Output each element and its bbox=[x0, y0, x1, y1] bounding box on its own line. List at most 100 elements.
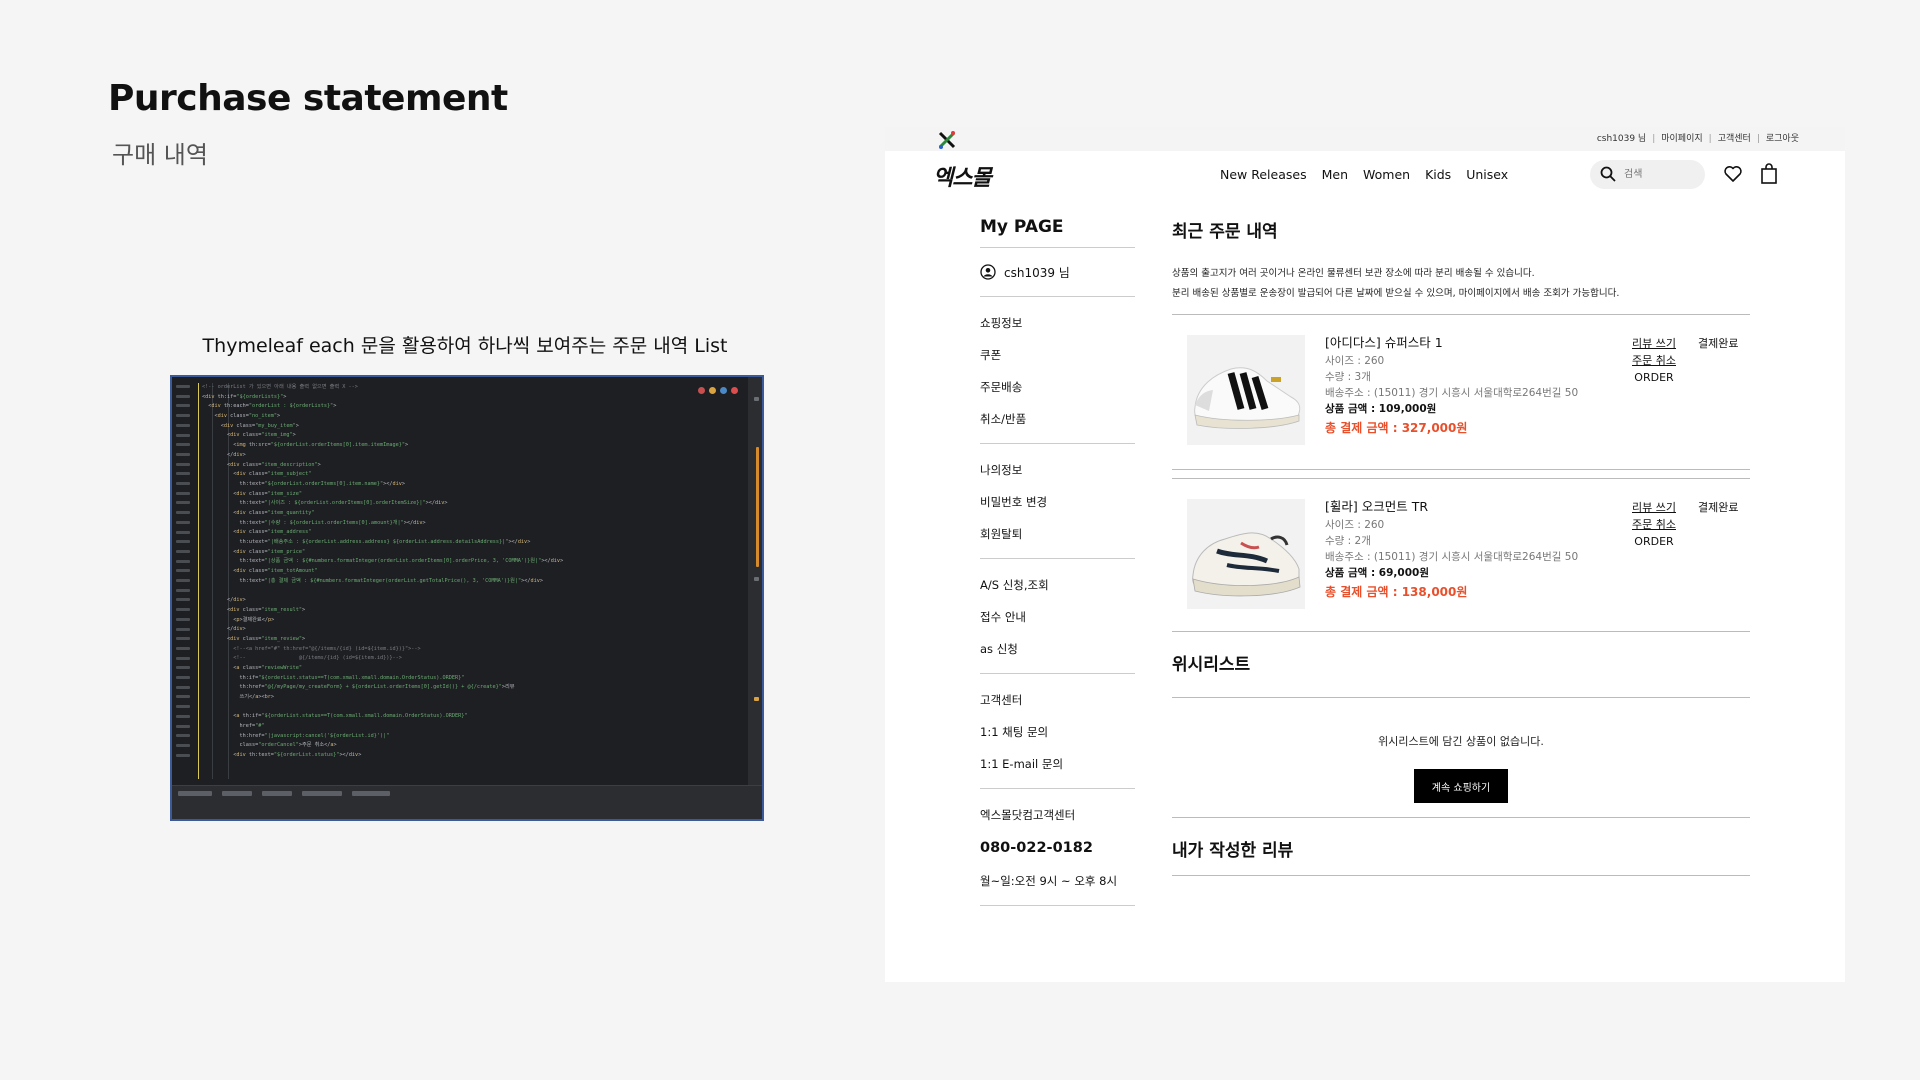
product-image-oakmont[interactable] bbox=[1187, 499, 1305, 609]
code-line: <div class="item_subject" bbox=[202, 471, 312, 478]
top-link-logout[interactable]: 로그아웃 bbox=[1766, 131, 1799, 147]
nav-unisex[interactable]: Unisex bbox=[1466, 167, 1508, 182]
indent-guide bbox=[198, 383, 199, 779]
code-line: class="orderCancel">주문 취소</a> bbox=[202, 742, 337, 749]
brand-logo[interactable]: 엑스몰 bbox=[933, 160, 992, 192]
product-quantity: 수량 : 3개 bbox=[1325, 371, 1371, 383]
mypage-sidebar: My PAGE csh1039 님 쇼핑정보 쿠폰 주문배송 취소/반품 나의정… bbox=[980, 217, 1135, 906]
product-image-superstar[interactable] bbox=[1187, 335, 1305, 445]
shopping-bag-icon[interactable] bbox=[1760, 163, 1778, 184]
top-link-support[interactable]: 고객센터 bbox=[1718, 131, 1751, 147]
nav-kids[interactable]: Kids bbox=[1425, 167, 1451, 182]
code-line: <img th:src="${orderList.orderItems[0].i… bbox=[202, 442, 409, 449]
shipping-address: 배송주소 : (15011) 경기 시흥시 서울대학로264번길 50 bbox=[1325, 387, 1579, 399]
code-editor-screenshot: <!-- orderList 가 있으면 아래 내용 출력 없으면 출력 X -… bbox=[170, 375, 764, 821]
code-line: href="#" bbox=[202, 723, 265, 730]
code-line: th:text="|사이즈 : ${orderList.orderItems[0… bbox=[202, 500, 448, 507]
product-size: 사이즈 : 260 bbox=[1325, 355, 1385, 367]
code-line: <div class="item_address" bbox=[202, 529, 312, 536]
shipping-notice: 상품의 출고지가 여러 곳이거나 온라인 물류센터 보관 장소에 따라 분리 배… bbox=[1172, 264, 1750, 304]
order-item: [아디다스] 슈퍼스타 1 사이즈 : 260 수량 : 3개 배송주소 : (… bbox=[1172, 314, 1750, 470]
sidebar-item-change-password[interactable]: 비밀번호 변경 bbox=[980, 486, 1135, 518]
code-line: th:text="|수량 : ${orderList.orderItems[0]… bbox=[202, 519, 426, 526]
top-link-mypage[interactable]: 마이페이지 bbox=[1661, 131, 1702, 147]
top-link-user[interactable]: csh1039 님 bbox=[1597, 131, 1646, 147]
sidebar-item-as-request[interactable]: A/S 신청,조회 bbox=[980, 569, 1135, 601]
nav-new-releases[interactable]: New Releases bbox=[1220, 167, 1307, 182]
code-line: <div class="item_quantity" bbox=[202, 509, 315, 516]
search-icon[interactable] bbox=[1600, 166, 1616, 182]
main-nav: New Releases Men Women Kids Unisex bbox=[1220, 167, 1523, 182]
mypage-main: 최근 주문 내역 상품의 출고지가 여러 곳이거나 온라인 물류센터 보관 장소… bbox=[1172, 217, 1750, 876]
code-line: <!-- orderList 가 있으면 아래 내용 출력 없으면 출력 X -… bbox=[202, 384, 358, 390]
shipping-notice-line: 분리 배송된 상품별로 운송장이 발급되어 다른 날짜에 받으실 수 있으며, … bbox=[1172, 288, 1620, 299]
code-line: </div> bbox=[202, 597, 246, 604]
search-input[interactable] bbox=[1624, 166, 1694, 182]
code-line: <div class="item_review"> bbox=[202, 635, 306, 642]
code-line: </div> bbox=[202, 626, 246, 633]
divider bbox=[1172, 817, 1750, 818]
code-line: th:if="${orderList.status==T(com.xmall.x… bbox=[202, 674, 465, 681]
product-name[interactable]: [아디다스] 슈퍼스타 1 bbox=[1325, 335, 1578, 351]
divider bbox=[980, 905, 1135, 906]
sidebar-item-shopping-info[interactable]: 쇼핑정보 bbox=[980, 307, 1135, 339]
code-line: <p>결제완료</p> bbox=[202, 616, 275, 623]
cancel-order-link[interactable]: 주문 취소 bbox=[1632, 516, 1676, 533]
sidebar-item-chat-inquiry[interactable]: 1:1 채팅 문의 bbox=[980, 716, 1135, 748]
order-details: [아디다스] 슈퍼스타 1 사이즈 : 260 수량 : 3개 배송주소 : (… bbox=[1325, 335, 1578, 436]
product-quantity: 수량 : 2개 bbox=[1325, 535, 1371, 547]
sneaker-image-icon bbox=[1187, 335, 1305, 445]
sidebar-item-as-apply[interactable]: as 신청 bbox=[980, 633, 1135, 665]
search-box[interactable] bbox=[1590, 160, 1705, 189]
code-line: <div th:if="${orderLists}"> bbox=[202, 393, 287, 400]
sidebar-username: csh1039 님 bbox=[1004, 265, 1070, 280]
sidebar-item-withdraw[interactable]: 회원탈퇴 bbox=[980, 518, 1135, 550]
payment-status: 결제완료 bbox=[1698, 337, 1739, 350]
sidebar-item-coupon[interactable]: 쿠폰 bbox=[980, 339, 1135, 371]
support-hours: 월~일:오전 9시 ~ 오후 8시 bbox=[980, 874, 1118, 888]
order-actions: 리뷰 쓰기 주문 취소 ORDER bbox=[1632, 499, 1676, 550]
wishlist-empty-message: 위시리스트에 담긴 상품이 없습니다. bbox=[1378, 735, 1544, 748]
sidebar-item-support[interactable]: 고객센터 bbox=[980, 684, 1135, 716]
editor-scrollbar[interactable] bbox=[748, 377, 762, 785]
sidebar-item-email-inquiry[interactable]: 1:1 E-mail 문의 bbox=[980, 748, 1135, 780]
product-price: 상품 금액 : 69,000원 bbox=[1325, 567, 1429, 579]
code-line: <div th:text="${orderList.status}"></div… bbox=[202, 752, 362, 759]
order-item: [휠라] 오크먼트 TR 사이즈 : 260 수량 : 2개 배송주소 : (1… bbox=[1172, 478, 1750, 632]
nav-women[interactable]: Women bbox=[1363, 167, 1410, 182]
write-review-link[interactable]: 리뷰 쓰기 bbox=[1632, 335, 1676, 352]
editor-tool-strip bbox=[172, 785, 762, 801]
write-review-link[interactable]: 리뷰 쓰기 bbox=[1632, 499, 1676, 516]
code-line: <div class="item_price" bbox=[202, 548, 306, 555]
total-payment: 총 결제 금액 : 138,000원 bbox=[1325, 585, 1468, 599]
continue-shopping-button[interactable]: 계속 쇼핑하기 bbox=[1414, 769, 1508, 803]
top-links: csh1039 님 | 마이페이지 | 고객센터 | 로그아웃 bbox=[1597, 131, 1799, 147]
sidebar-user: csh1039 님 bbox=[980, 248, 1135, 296]
cancel-order-link[interactable]: 주문 취소 bbox=[1632, 352, 1676, 369]
sidebar-item-order-delivery[interactable]: 주문배송 bbox=[980, 371, 1135, 403]
sidebar-item-my-info[interactable]: 나의정보 bbox=[980, 454, 1135, 486]
code-line: <a th:if="${orderList.status==T(com.xmal… bbox=[202, 713, 468, 720]
code-line: th:utext="|배송주소 : ${orderList.address.ad… bbox=[202, 539, 531, 545]
sidebar-item-cancel-return[interactable]: 취소/반품 bbox=[980, 403, 1135, 435]
order-state: ORDER bbox=[1634, 371, 1674, 384]
sidebar-group-as: A/S 신청,조회 접수 안내 as 신청 bbox=[980, 559, 1135, 673]
support-phone: 080-022-0182 bbox=[980, 840, 1093, 856]
code-line: <div class="item_description"> bbox=[202, 461, 321, 468]
heart-icon[interactable] bbox=[1723, 164, 1743, 184]
x-logo-icon bbox=[938, 131, 956, 149]
sidebar-item-reception-guide[interactable]: 접수 안내 bbox=[980, 601, 1135, 633]
code-line: </div> bbox=[202, 451, 246, 458]
recent-orders-title: 최근 주문 내역 bbox=[1172, 222, 1278, 242]
support-center-title: 엑스몰닷컴고객센터 bbox=[980, 808, 1076, 822]
sidebar-group-shopping: 쇼핑정보 쿠폰 주문배송 취소/반품 bbox=[980, 297, 1135, 443]
wishlist-title: 위시리스트 bbox=[1172, 650, 1750, 698]
nav-men[interactable]: Men bbox=[1322, 167, 1348, 182]
code-line: th:href="@{/myPage/my_createForm} + ${or… bbox=[202, 684, 515, 691]
product-name[interactable]: [휠라] 오크먼트 TR bbox=[1325, 499, 1578, 515]
sidebar-group-account: 나의정보 비밀번호 변경 회원탈퇴 bbox=[980, 444, 1135, 558]
code-line: <a class="reviewWrite" bbox=[202, 664, 302, 671]
code-line: th:href="|javascript:cancel('${orderList… bbox=[202, 732, 390, 739]
code-line: <div class="item_img"> bbox=[202, 432, 296, 439]
code-line: <div class="item_totAmount" bbox=[202, 568, 318, 575]
